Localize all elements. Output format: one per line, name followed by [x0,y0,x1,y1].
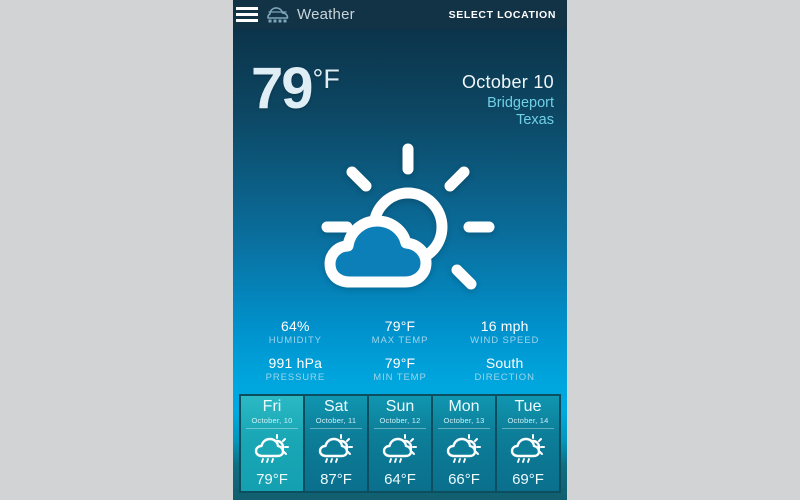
stats-row-2: 991 hPa PRESSURE 79°F MIN TEMP South DIR… [243,352,557,389]
forecast-day-date: October, 10 [251,416,293,425]
stat-max-temp: 79°F MAX TEMP [348,315,453,352]
forecast-day-sun[interactable]: Sun October, 12 64°F [369,396,431,491]
screenshot-canvas: Weather SELECT LOCATION 79°F October 10 … [0,0,800,500]
stat-value: South [485,355,524,371]
stat-label: MIN TEMP [373,372,427,383]
stat-label: WIND SPEED [470,335,540,346]
location-region: Texas [516,112,554,128]
stat-value: 79°F [384,318,416,334]
forecast-day-tue[interactable]: Tue October, 14 69°F [497,396,559,491]
current-conditions: 79°F October 10 Bridgeport Texas [233,29,567,129]
sun-cloud-rain-icon [253,433,291,470]
stats-row-1: 64% HUMIDITY 79°F MAX TEMP 16 mph WIND S… [243,315,557,352]
forecast-day-name: Sun [385,398,415,415]
forecast-day-mon[interactable]: Mon October, 13 66°F [433,396,495,491]
stat-value: 64% [281,318,310,334]
forecast-day-date: October, 12 [379,416,421,425]
stat-value: 991 hPa [268,355,323,371]
current-date: October 10 [461,72,554,92]
current-temperature: 79°F [251,60,340,118]
stat-humidity: 64% HUMIDITY [243,315,348,352]
hamburger-menu-icon[interactable] [236,7,258,22]
rain-cloud-logo-icon [267,6,289,22]
stat-label: DIRECTION [474,372,535,383]
forecast-day-temp: 79°F [256,471,288,488]
forecast-divider [501,428,555,429]
select-location-button[interactable]: SELECT LOCATION [449,9,556,21]
sun-cloud-rain-icon [381,433,419,470]
stat-label: MAX TEMP [371,335,429,346]
forecast-day-date: October, 14 [507,416,549,425]
forecast-divider [437,428,491,429]
forecast-day-name: Sat [323,398,348,415]
forecast-strip: Fri October, 10 79°F Sat October, 11 87°… [239,394,561,493]
stat-label: PRESSURE [265,372,326,383]
current-condition-icon-area [233,129,567,309]
location-city: Bridgeport [487,95,554,111]
stat-wind-speed: 16 mph WIND SPEED [452,315,557,352]
forecast-day-temp: 69°F [512,471,544,488]
weather-stats: 64% HUMIDITY 79°F MAX TEMP 16 mph WIND S… [233,309,567,393]
forecast-day-name: Mon [448,398,480,415]
sun-cloud-rain-icon [317,433,355,470]
current-temperature-unit: °F [312,63,340,94]
forecast-divider [373,428,427,429]
app-title: Weather [297,6,355,23]
stat-pressure: 991 hPa PRESSURE [243,352,348,389]
hamburger-bar [236,19,258,22]
weather-app-panel: Weather SELECT LOCATION 79°F October 10 … [233,0,567,500]
forecast-day-temp: 87°F [320,471,352,488]
hamburger-bar [236,13,258,16]
forecast-day-name: Tue [514,398,542,415]
hamburger-bar [236,7,258,10]
stat-value: 79°F [384,355,416,371]
forecast-day-fri[interactable]: Fri October, 10 79°F [241,396,303,491]
forecast-day-date: October, 11 [315,416,357,425]
sun-cloud-rain-icon [509,433,547,470]
stat-label: HUMIDITY [268,335,322,346]
stat-value: 16 mph [480,318,529,334]
app-title-bar: Weather SELECT LOCATION [233,0,567,29]
forecast-divider [245,428,299,429]
stat-direction: South DIRECTION [452,352,557,389]
forecast-day-sat[interactable]: Sat October, 11 87°F [305,396,367,491]
forecast-day-temp: 66°F [448,471,480,488]
forecast-divider [309,428,363,429]
forecast-day-name: Fri [262,398,282,415]
stat-min-temp: 79°F MIN TEMP [348,352,453,389]
sun-cloud-rain-icon [445,433,483,470]
current-temperature-value: 79 [251,56,313,121]
location-meta: October 10 Bridgeport Texas [462,72,554,128]
forecast-day-temp: 64°F [384,471,416,488]
forecast-day-date: October, 13 [443,416,485,425]
sun-behind-cloud-icon [321,143,495,290]
